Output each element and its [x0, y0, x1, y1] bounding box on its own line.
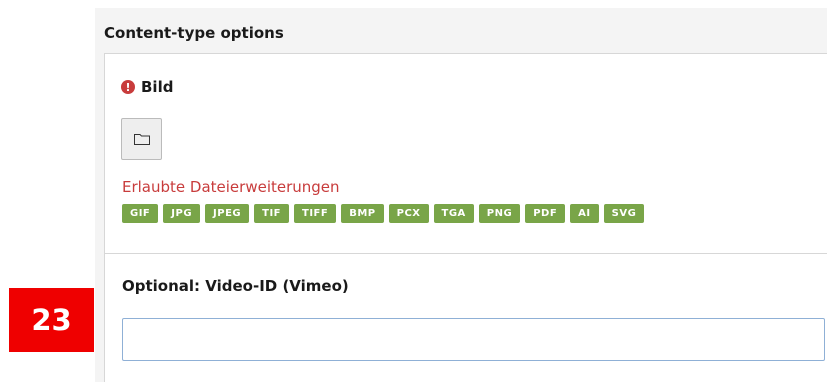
allowed-extensions-list: GIF JPG JPEG TIF TIFF BMP PCX TGA PNG PDF AI SVG — [122, 204, 645, 223]
image-field-header: ! Bild — [121, 78, 173, 96]
extension-badge: BMP — [341, 204, 384, 223]
step-number-badge: 23 — [9, 288, 94, 352]
image-field-label: Bild — [141, 78, 174, 96]
field-divider — [105, 253, 827, 254]
extension-badge: SVG — [603, 204, 645, 223]
extension-badge: JPEG — [205, 204, 250, 223]
extension-badge: TIF — [254, 204, 289, 223]
extension-badge: JPG — [163, 204, 201, 223]
extension-badge: GIF — [122, 204, 159, 223]
extension-badge: PCX — [388, 204, 429, 223]
folder-icon — [133, 134, 150, 145]
extension-badge: TGA — [433, 204, 474, 223]
content-type-options-box: ! Bild Erlaubte Dateierweiterungen GIF JP… — [104, 53, 827, 382]
extension-badge: PNG — [478, 204, 521, 223]
extension-badge: PDF — [525, 204, 566, 223]
extension-badge: AI — [570, 204, 599, 223]
video-id-input[interactable] — [122, 318, 825, 361]
exclamation-circle-icon: ! — [121, 80, 135, 94]
section-title: Content-type options — [104, 24, 284, 42]
extension-badge: TIFF — [294, 204, 337, 223]
video-id-label: Optional: Video-ID (Vimeo) — [122, 277, 349, 295]
browse-files-button[interactable] — [121, 118, 162, 160]
allowed-extensions-label: Erlaubte Dateierweiterungen — [122, 178, 340, 196]
content-type-options-screen: Content-type options ! Bild Erlaubte Dat… — [0, 0, 827, 382]
